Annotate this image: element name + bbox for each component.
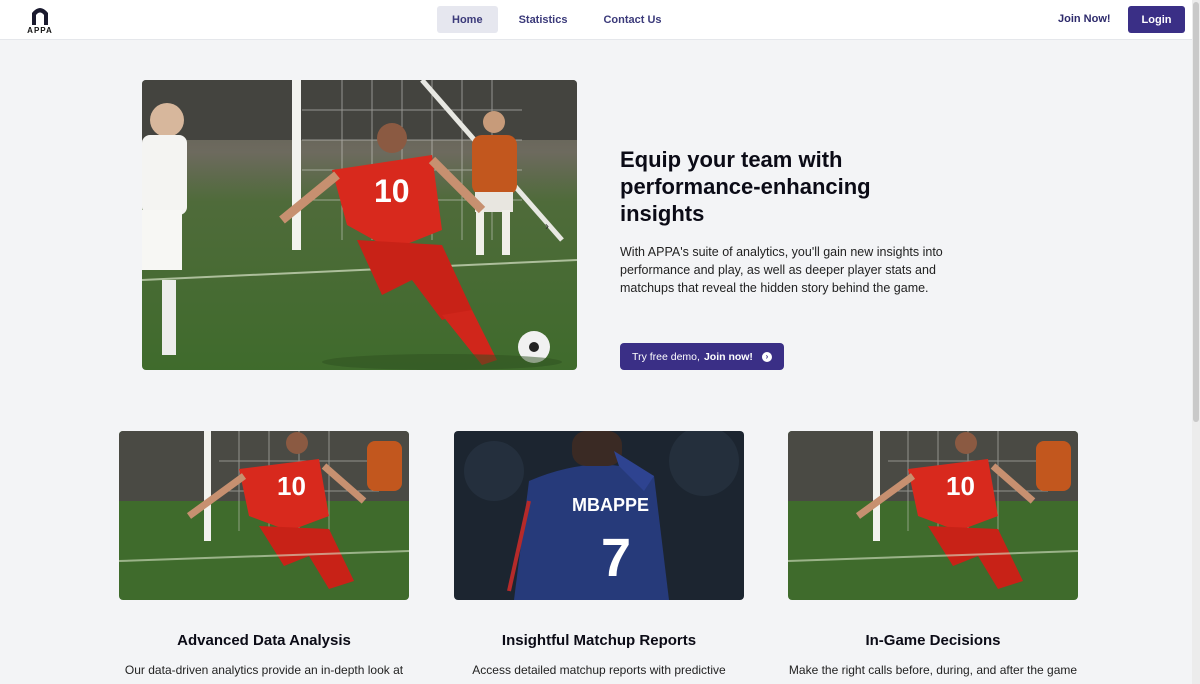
join-now-link[interactable]: Join Now! bbox=[1058, 13, 1111, 25]
try-demo-button[interactable]: Try free demo, Join now! › bbox=[620, 343, 784, 370]
card3-jersey-number: 10 bbox=[946, 471, 975, 501]
card1-jersey-number: 10 bbox=[277, 471, 306, 501]
card2-jersey-name: MBAPPE bbox=[572, 495, 649, 515]
feature-desc-in-game-decisions: Make the right calls before, during, and… bbox=[788, 663, 1078, 677]
cta-prefix: Try free demo, bbox=[632, 350, 700, 363]
logo-text: APPA bbox=[27, 26, 53, 35]
feature-image-matchup-reports: MBAPPE 7 bbox=[454, 431, 744, 600]
feature-title-in-game-decisions: In-Game Decisions bbox=[865, 632, 1001, 649]
feature-desc-matchup-reports: Access detailed matchup reports with pre… bbox=[472, 663, 726, 677]
nav-statistics[interactable]: Statistics bbox=[504, 6, 583, 33]
scrollbar-thumb[interactable] bbox=[1193, 2, 1199, 422]
feature-image-data-analysis: 10 bbox=[119, 431, 409, 600]
feature-desc-data-analysis: Our data-driven analytics provide an in-… bbox=[124, 663, 404, 677]
appa-logo[interactable]: APPA bbox=[24, 5, 56, 37]
hero-image: 10 bbox=[142, 80, 577, 370]
feature-title-data-analysis: Advanced Data Analysis bbox=[177, 632, 351, 649]
main-nav: Home Statistics Contact Us bbox=[437, 6, 677, 33]
hero-title: Equip your team with performance-enhanci… bbox=[620, 147, 871, 226]
page-scrollbar[interactable] bbox=[1192, 0, 1200, 684]
carousel-next-icon[interactable]: › bbox=[545, 219, 549, 233]
login-button[interactable]: Login bbox=[1128, 6, 1185, 33]
logo-arch-icon bbox=[32, 8, 48, 25]
hero-jersey-number: 10 bbox=[374, 173, 410, 209]
chevron-right-icon: › bbox=[761, 351, 772, 362]
card2-jersey-number: 7 bbox=[601, 528, 631, 588]
feature-image-in-game-decisions: 10 bbox=[788, 431, 1078, 600]
cta-action: Join now! bbox=[703, 350, 753, 363]
nav-home[interactable]: Home bbox=[437, 6, 498, 33]
hero-description: With APPA's suite of analytics, you'll g… bbox=[620, 245, 943, 295]
nav-contact-us[interactable]: Contact Us bbox=[588, 6, 676, 33]
feature-title-matchup-reports: Insightful Matchup Reports bbox=[501, 632, 697, 649]
top-navbar: APPA Home Statistics Contact Us Join Now… bbox=[0, 0, 1200, 40]
